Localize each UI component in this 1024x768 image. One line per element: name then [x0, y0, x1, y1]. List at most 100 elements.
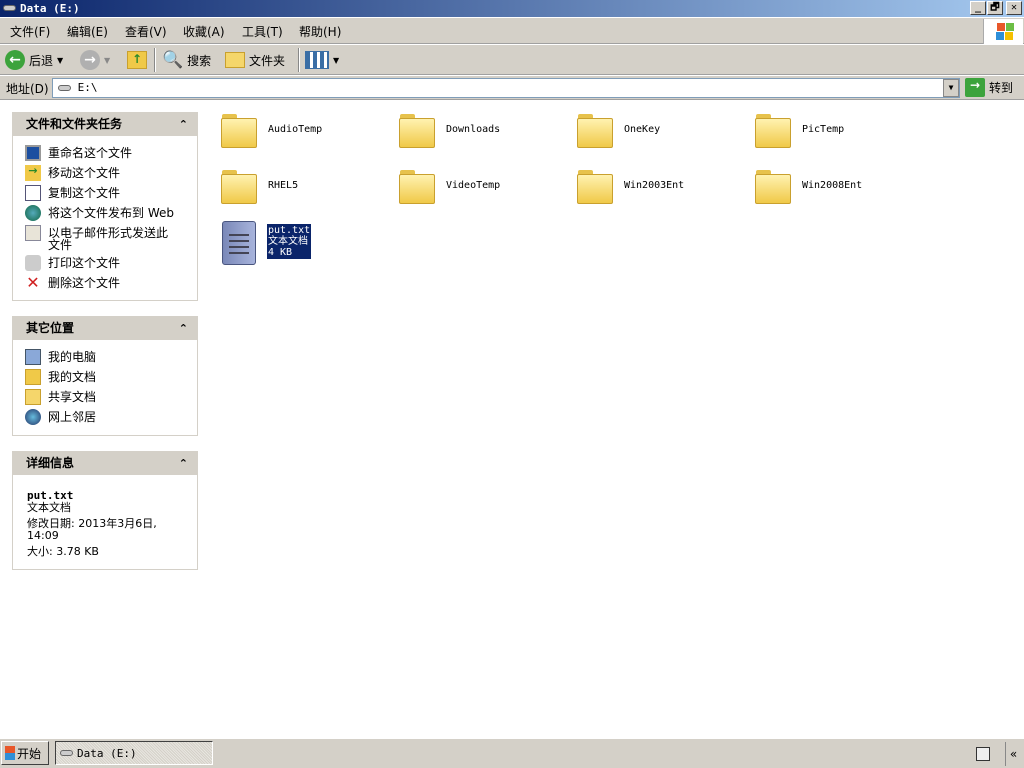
search-label: 搜索 — [187, 53, 212, 68]
back-button[interactable]: ← 后退 ▼ — [5, 49, 63, 71]
address-bar: 地址(D) E:\ ▼ → 转到 — [0, 76, 1024, 100]
task-label: 打印这个文件 — [48, 256, 121, 270]
file-tasks-header[interactable]: 文件和文件夹任务 ⌃ — [13, 113, 197, 136]
forward-button[interactable]: → ▼ — [80, 49, 110, 71]
other-places-panel: 其它位置 ⌃ 我的电脑 我的文档 共享文档 网上邻居 — [12, 316, 198, 436]
collapse-chevron-icon[interactable]: ⌃ — [179, 113, 188, 136]
folder-icon — [754, 168, 792, 204]
drive-icon — [58, 85, 71, 91]
folder-icon — [220, 112, 258, 148]
show-hidden-icons-button[interactable]: « — [1005, 742, 1021, 766]
copy-icon — [25, 185, 41, 201]
forward-arrow-icon: → — [80, 50, 100, 70]
task-label: 重命名这个文件 — [48, 146, 133, 160]
address-value: E:\ — [77, 81, 98, 94]
drive-icon — [60, 750, 73, 756]
folder-icon — [398, 112, 436, 148]
place-label: 我的电脑 — [48, 350, 97, 364]
file-put-txt[interactable]: put.txt 文本文档 4 KB — [265, 223, 313, 260]
task-move[interactable]: → 移动这个文件 — [13, 163, 197, 183]
task-label: 移动这个文件 — [48, 166, 121, 180]
folder-name: PicTemp — [802, 124, 845, 135]
other-places-header[interactable]: 其它位置 ⌃ — [13, 317, 197, 340]
start-button[interactable]: 开始 — [1, 741, 49, 765]
folders-button[interactable]: 文件夹 — [225, 49, 285, 71]
details-panel: 详细信息 ⌃ put.txt 文本文档 修改日期: 2013年3月6日, 14:0… — [12, 451, 198, 570]
folder-name: Win2003Ent — [624, 180, 685, 191]
go-label: 转到 — [989, 81, 1014, 95]
back-arrow-icon: ← — [5, 50, 25, 70]
task-copy[interactable]: 复制这个文件 — [13, 183, 197, 203]
folder-name: OneKey — [624, 124, 661, 135]
file-name: put.txt — [268, 225, 311, 236]
task-rename[interactable]: 重命名这个文件 — [13, 143, 197, 163]
printer-icon — [25, 255, 41, 271]
keyboard-icon[interactable] — [976, 747, 990, 761]
place-label: 共享文档 — [48, 390, 97, 404]
menu-help[interactable]: 帮助(H) — [299, 23, 341, 40]
windows-logo-icon — [5, 746, 15, 760]
place-shared-documents[interactable]: 共享文档 — [13, 387, 197, 407]
folder-name: RHEL5 — [268, 180, 299, 191]
menu-favorites[interactable]: 收藏(A) — [183, 23, 225, 40]
folder-icon — [754, 112, 792, 148]
panel-title: 其它位置 — [26, 321, 75, 335]
text-file-icon[interactable] — [222, 221, 256, 265]
go-arrow-icon: → — [965, 78, 985, 97]
folders-label: 文件夹 — [249, 53, 286, 68]
folder-name: AudioTemp — [268, 124, 323, 135]
details-header[interactable]: 详细信息 ⌃ — [13, 452, 197, 475]
minimize-button[interactable]: _ — [970, 1, 986, 15]
menu-file[interactable]: 文件(F) — [10, 23, 50, 40]
collapse-chevron-icon[interactable]: ⌃ — [179, 317, 188, 340]
folders-icon — [225, 52, 245, 68]
place-my-computer[interactable]: 我的电脑 — [13, 347, 197, 367]
file-type: 文本文档 — [268, 236, 308, 247]
views-button[interactable]: ▼ — [305, 49, 339, 71]
address-input[interactable]: E:\ ▼ — [52, 78, 960, 98]
back-label: 后退 — [29, 53, 54, 68]
network-icon — [25, 409, 41, 425]
views-icon — [305, 51, 329, 69]
close-button[interactable]: ✕ — [1006, 1, 1022, 15]
window-title: Data (E:) — [20, 2, 80, 15]
computer-icon — [25, 349, 41, 365]
documents-folder-icon — [25, 369, 41, 385]
taskbar-window-data[interactable]: Data (E:) — [55, 741, 213, 765]
detail-size: 大小: 3.78 KB — [27, 545, 99, 558]
up-folder-button[interactable]: ↑ — [127, 49, 147, 71]
address-label: 地址(D) — [6, 82, 49, 96]
up-folder-icon: ↑ — [127, 51, 147, 69]
place-network[interactable]: 网上邻居 — [13, 407, 197, 427]
task-delete[interactable]: ✕ 删除这个文件 — [13, 273, 197, 293]
search-icon: 🔍 — [162, 50, 184, 70]
menu-view[interactable]: 查看(V) — [125, 23, 167, 40]
taskbar: 开始 Data (E:) « — [0, 738, 1024, 768]
folder-icon — [576, 168, 614, 204]
place-my-documents[interactable]: 我的文档 — [13, 367, 197, 387]
menu-tools[interactable]: 工具(T) — [242, 23, 283, 40]
task-publish-web[interactable]: 将这个文件发布到 Web — [13, 203, 197, 223]
task-label: 删除这个文件 — [48, 276, 121, 290]
address-dropdown-button[interactable]: ▼ — [943, 79, 959, 97]
folder-name: Downloads — [446, 124, 501, 135]
task-email[interactable]: 以电子邮件形式发送此文件 — [13, 223, 197, 253]
title-bar[interactable]: Data (E:) _ 🗗 ✕ — [0, 0, 1024, 17]
globe-icon — [25, 205, 41, 221]
go-button[interactable]: → 转到 — [965, 78, 1013, 97]
search-button[interactable]: 🔍 搜索 — [162, 49, 211, 71]
task-label: 以电子邮件形式发送此文件 — [48, 226, 169, 252]
menu-edit[interactable]: 编辑(E) — [67, 23, 108, 40]
place-label: 网上邻居 — [48, 410, 97, 424]
detail-type: 文本文档 — [27, 501, 71, 514]
folder-name: Win2008Ent — [802, 180, 863, 191]
file-tasks-panel: 文件和文件夹任务 ⌃ 重命名这个文件 → 移动这个文件 复制这个文件 将这个文件发布… — [12, 112, 198, 301]
collapse-chevron-icon[interactable]: ⌃ — [179, 452, 188, 475]
folder-name: VideoTemp — [446, 180, 501, 191]
rename-icon — [25, 145, 41, 161]
menu-bar: 文件(F) 编辑(E) 查看(V) 收藏(A) 工具(T) 帮助(H) — [0, 18, 1024, 44]
restore-button[interactable]: 🗗 — [987, 1, 1003, 15]
task-print[interactable]: 打印这个文件 — [13, 253, 197, 273]
delete-x-icon: ✕ — [26, 273, 40, 292]
task-label: 复制这个文件 — [48, 186, 121, 200]
